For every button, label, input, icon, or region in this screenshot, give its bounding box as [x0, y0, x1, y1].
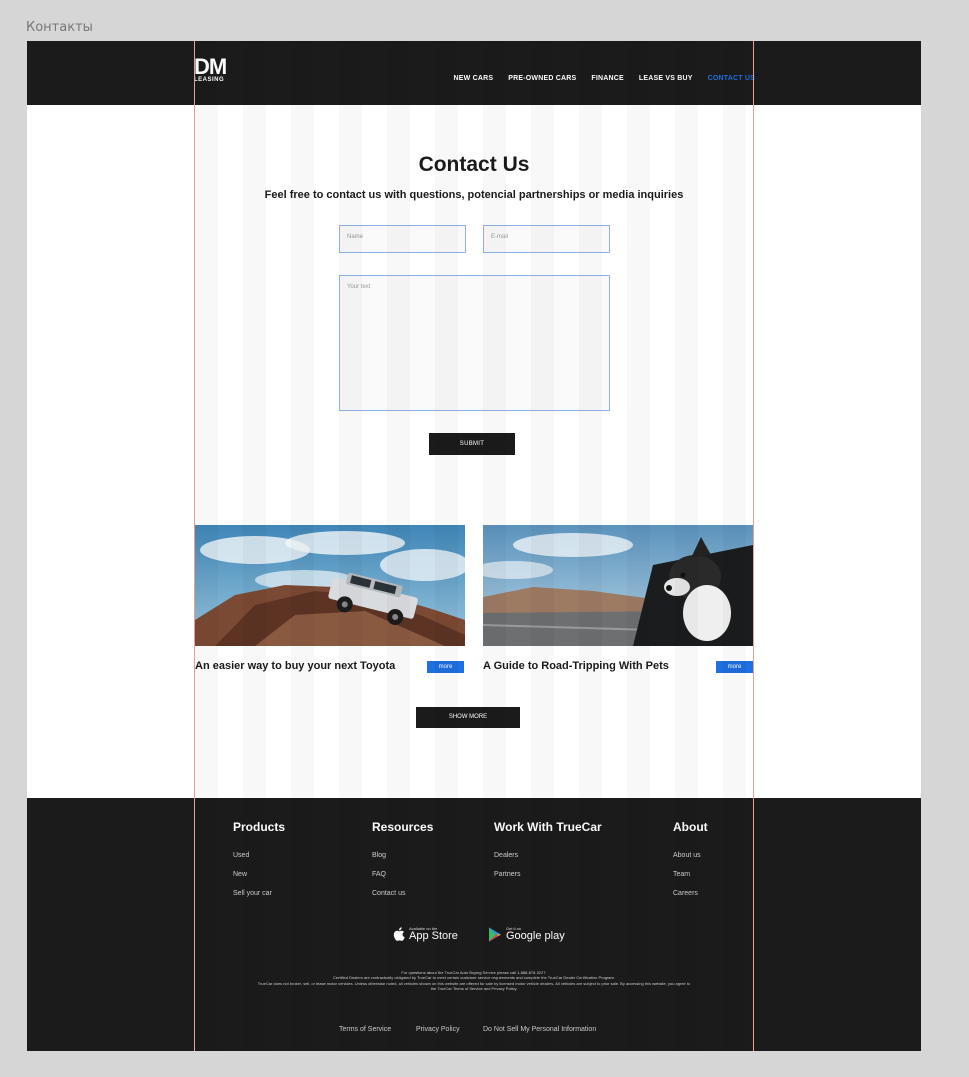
footer-heading-work-with-truecar: Work With TrueCar	[494, 820, 602, 834]
legal-line-3: TrueCar does not broker, sell, or lease …	[257, 980, 691, 991]
page-artboard: DM LEASING NEW CARS PRE-OWNED CARS FINAN…	[27, 41, 921, 1051]
toyota-article-image[interactable]	[195, 525, 465, 646]
page-title: Contact Us	[418, 153, 530, 176]
logo-mark: DM	[194, 54, 227, 79]
footer-link-terms[interactable]: Terms of Service	[339, 1026, 391, 1033]
nav-new-cars[interactable]: NEW CARS	[454, 75, 494, 82]
app-store-badge[interactable]: Available on the App Store	[393, 926, 458, 942]
pets-article-image[interactable]	[483, 525, 753, 646]
main-nav: NEW CARS PRE-OWNED CARS FINANCE LEASE VS…	[454, 75, 756, 82]
footer-link-faq[interactable]: FAQ	[372, 871, 433, 878]
logo[interactable]: DM LEASING	[194, 54, 227, 84]
article-title-pets[interactable]: A Guide to Road-Tripping With Pets	[483, 660, 669, 672]
footer: Products Used New Sell your car Resource…	[27, 798, 921, 1051]
show-more-button[interactable]: SHOW MORE	[416, 707, 520, 728]
footer-link-about-us[interactable]: About us	[673, 852, 708, 859]
article-title-toyota[interactable]: An easier way to buy your next Toyota	[195, 660, 395, 672]
submit-button[interactable]: SUBMIT	[429, 433, 515, 455]
logo-subtitle: LEASING	[194, 77, 225, 83]
google-play-label: Google play	[506, 930, 565, 942]
more-button-toyota[interactable]: more	[427, 661, 464, 673]
google-play-icon	[489, 927, 501, 941]
page-subtitle: Feel free to contact us with questions, …	[264, 189, 684, 201]
more-button-pets[interactable]: more	[716, 661, 753, 673]
footer-link-privacy[interactable]: Privacy Policy	[416, 1026, 460, 1033]
apple-icon	[393, 927, 405, 941]
nav-contact-us[interactable]: CONTACT US	[708, 75, 755, 82]
header: DM LEASING NEW CARS PRE-OWNED CARS FINAN…	[27, 41, 921, 105]
frame-label: Контакты	[26, 20, 93, 35]
nav-finance[interactable]: FINANCE	[591, 75, 624, 82]
footer-link-partners[interactable]: Partners	[494, 871, 602, 878]
footer-link-new[interactable]: New	[233, 871, 285, 878]
footer-link-careers[interactable]: Careers	[673, 890, 708, 897]
footer-heading-about: About	[673, 820, 708, 834]
legal-text: For questions about the TrueCar Auto Buy…	[257, 970, 691, 991]
footer-link-blog[interactable]: Blog	[372, 852, 433, 859]
footer-link-used[interactable]: Used	[233, 852, 285, 859]
footer-link-team[interactable]: Team	[673, 871, 708, 878]
footer-column-resources: Resources Blog FAQ Contact us	[372, 820, 433, 909]
footer-link-dealers[interactable]: Dealers	[494, 852, 602, 859]
footer-column-work-with-truecar: Work With TrueCar Dealers Partners	[494, 820, 602, 890]
footer-column-products: Products Used New Sell your car	[233, 820, 285, 909]
message-field[interactable]: Your text	[339, 275, 610, 411]
footer-link-sell-your-car[interactable]: Sell your car	[233, 890, 285, 897]
footer-column-about: About About us Team Careers	[673, 820, 708, 909]
app-store-label: App Store	[409, 930, 458, 942]
footer-heading-products: Products	[233, 820, 286, 834]
footer-link-do-not-sell[interactable]: Do Not Sell My Personal Information	[483, 1026, 596, 1033]
google-play-badge[interactable]: Get it on Google play	[488, 926, 565, 942]
footer-link-contact-us[interactable]: Contact us	[372, 890, 433, 897]
email-field[interactable]: E-mail	[483, 225, 610, 253]
footer-heading-resources: Resources	[372, 820, 434, 834]
name-field[interactable]: Name	[339, 225, 466, 253]
nav-pre-owned-cars[interactable]: PRE-OWNED CARS	[508, 75, 576, 82]
nav-lease-vs-buy[interactable]: LEASE VS BUY	[639, 75, 693, 82]
